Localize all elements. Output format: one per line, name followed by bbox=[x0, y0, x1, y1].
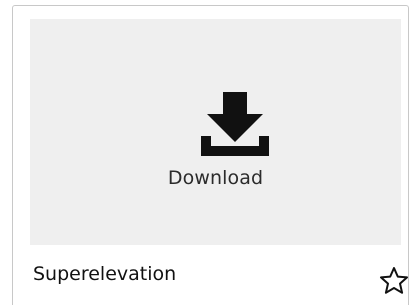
download-icon bbox=[201, 92, 269, 156]
asset-card: Download Superelevation bbox=[12, 5, 409, 305]
star-outline-icon[interactable] bbox=[379, 266, 409, 295]
download-label: Download bbox=[167, 167, 264, 189]
download-preview-button[interactable]: Download bbox=[30, 19, 401, 245]
card-title: Superelevation bbox=[33, 263, 177, 285]
